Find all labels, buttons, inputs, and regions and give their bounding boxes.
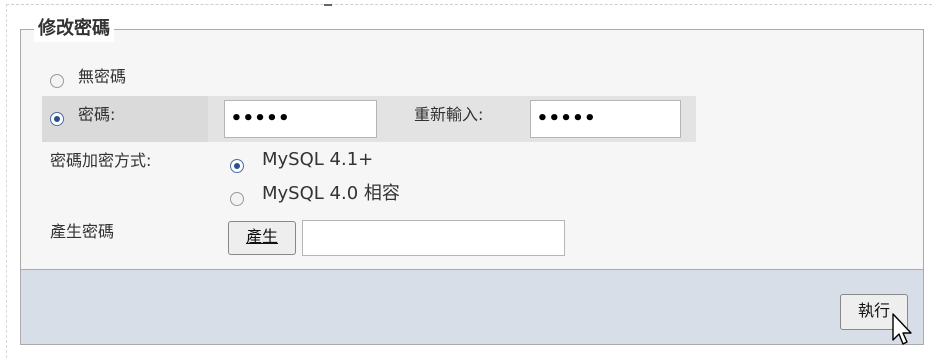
reenter-password-input[interactable]: ••••• bbox=[530, 100, 681, 138]
generate-button[interactable]: 產生 bbox=[228, 221, 296, 255]
password-input[interactable]: ••••• bbox=[224, 100, 377, 138]
no-password-label: 無密碼 bbox=[78, 67, 127, 86]
generated-password-input[interactable] bbox=[302, 220, 565, 256]
mouse-pointer-icon bbox=[892, 313, 912, 345]
top-divider bbox=[6, 4, 932, 5]
hashing-option-41-radio[interactable] bbox=[230, 159, 244, 173]
top-marker bbox=[324, 0, 332, 6]
hashing-option-41-label: MySQL 4.1+ bbox=[262, 149, 374, 170]
generate-label: 產生密碼 bbox=[50, 222, 115, 241]
reenter-label: 重新輸入: bbox=[414, 105, 484, 124]
left-divider bbox=[6, 4, 7, 358]
hashing-label: 密碼加密方式: bbox=[50, 151, 152, 170]
password-row-label-cell bbox=[42, 96, 208, 142]
no-password-radio[interactable] bbox=[50, 74, 64, 88]
fieldset-legend: 修改密碼 bbox=[34, 16, 114, 42]
hashing-option-40-label: MySQL 4.0 相容 bbox=[262, 183, 400, 204]
form-footer bbox=[20, 269, 924, 345]
generate-button-label: 產生 bbox=[245, 227, 278, 246]
password-label: 密碼: bbox=[78, 105, 116, 124]
password-radio[interactable] bbox=[50, 112, 64, 126]
hashing-option-40-radio[interactable] bbox=[230, 192, 244, 206]
